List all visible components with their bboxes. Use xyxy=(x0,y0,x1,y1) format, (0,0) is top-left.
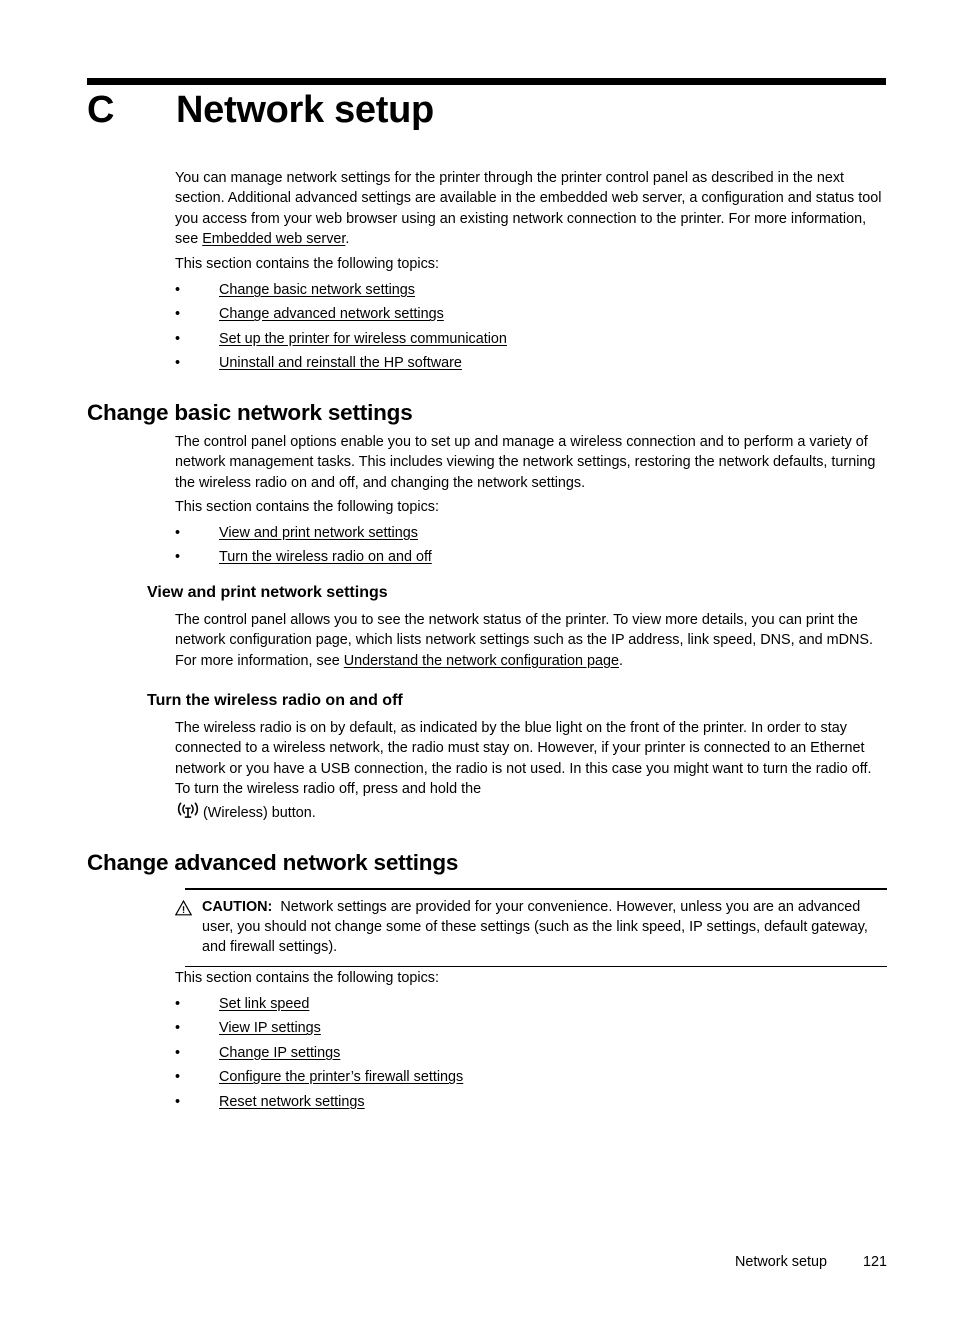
wireless-radio-paragraph: The wireless radio is on by default, as … xyxy=(175,720,872,798)
list-item: • Turn the wireless radio on and off xyxy=(175,545,887,569)
link-change-advanced-network-settings[interactable]: Change advanced network settings xyxy=(219,306,444,322)
caution-message: Network settings are provided for your c… xyxy=(202,898,868,956)
bullet-icon: • xyxy=(175,355,181,372)
link-set-link-speed[interactable]: Set link speed xyxy=(219,996,309,1012)
chapter-letter: C xyxy=(87,89,115,131)
advanced-topics-list: • Set link speed • View IP settings • Ch… xyxy=(175,992,887,1114)
link-understand-network-configuration-page[interactable]: Understand the network configuration pag… xyxy=(344,653,619,669)
view-print-paragraph: The control panel allows you to see the … xyxy=(175,610,887,671)
link-change-ip-settings[interactable]: Change IP settings xyxy=(219,1045,340,1061)
advanced-topics-lead: This section contains the following topi… xyxy=(175,970,439,986)
bullet-icon: • xyxy=(175,306,181,323)
chapter-title-text: Network setup xyxy=(176,89,434,131)
link-view-ip-settings[interactable]: View IP settings xyxy=(219,1020,321,1036)
caution-body: CAUTION: Network settings are provided f… xyxy=(174,890,887,966)
heading-turn-wireless-radio-on-and-off: Turn the wireless radio on and off xyxy=(147,692,403,709)
wireless-antenna-icon xyxy=(175,802,201,820)
link-turn-wireless-radio-on-and-off[interactable]: Turn the wireless radio on and off xyxy=(219,549,432,565)
list-item: • View and print network settings xyxy=(175,521,887,545)
advanced-topics-lead-block: This section contains the following topi… xyxy=(175,968,887,988)
basic-paragraph: The control panel options enable you to … xyxy=(175,434,876,491)
list-item: • Change basic network settings xyxy=(175,278,887,302)
basic-topics-list: • View and print network settings • Turn… xyxy=(175,521,887,570)
bullet-icon: • xyxy=(175,525,181,541)
advanced-topics-list-block: • Set link speed • View IP settings • Ch… xyxy=(175,992,887,1114)
list-item: • Change advanced network settings xyxy=(175,302,887,326)
intro-text-after-link: . xyxy=(345,231,350,248)
basic-topics-list-block: • View and print network settings • Turn… xyxy=(175,521,887,570)
list-item: • Change IP settings xyxy=(175,1041,887,1065)
caution-admonition: CAUTION: Network settings are provided f… xyxy=(174,888,887,968)
view-print-text-after-link: . xyxy=(618,652,623,669)
intro-topics-list: • Change basic network settings • Change… xyxy=(175,278,887,376)
link-embedded-web-server[interactable]: Embedded web server xyxy=(202,231,345,247)
heading-change-basic-network-settings: Change basic network settings xyxy=(87,400,413,425)
list-item: • Reset network settings xyxy=(175,1090,887,1114)
footer-section-title: Network setup xyxy=(735,1254,827,1270)
caution-triangle-icon xyxy=(174,899,193,916)
list-item: • Configure the printer’s firewall setti… xyxy=(175,1065,887,1089)
basic-paragraph-block: The control panel options enable you to … xyxy=(175,432,887,493)
wireless-button-line: (Wireless) button. xyxy=(175,802,887,823)
footer-page-number: 121 xyxy=(862,1254,887,1270)
bullet-icon: • xyxy=(175,1044,181,1061)
basic-topics-lead-block: This section contains the following topi… xyxy=(175,497,887,517)
heading-change-advanced-network-settings: Change advanced network settings xyxy=(87,850,459,875)
bullet-icon: • xyxy=(175,1020,181,1037)
bullet-icon: • xyxy=(175,1093,181,1110)
list-item: • View IP settings xyxy=(175,1016,887,1040)
caution-label: CAUTION: xyxy=(202,898,273,915)
view-print-paragraph-block: The control panel allows you to see the … xyxy=(175,610,887,671)
link-reset-network-settings[interactable]: Reset network settings xyxy=(219,1094,365,1110)
bullet-icon: • xyxy=(175,330,181,347)
caution-bottom-rule xyxy=(185,965,887,968)
link-change-basic-network-settings[interactable]: Change basic network settings xyxy=(219,282,415,298)
bullet-icon: • xyxy=(175,996,181,1012)
bullet-icon: • xyxy=(175,282,181,298)
bullet-icon: • xyxy=(175,549,181,566)
document-page: C Network setup You can manage network se… xyxy=(0,0,954,1321)
caution-text: CAUTION: Network settings are provided f… xyxy=(202,897,887,958)
page-title: C Network setup xyxy=(87,89,887,132)
intro-topics-list-block: • Change basic network settings • Change… xyxy=(175,278,887,376)
basic-topics-lead: This section contains the following topi… xyxy=(175,499,439,515)
intro-topics-lead-block: This section contains the following topi… xyxy=(175,254,887,274)
intro-topics-lead: This section contains the following topi… xyxy=(175,256,439,272)
link-set-up-printer-wireless-communication[interactable]: Set up the printer for wireless communic… xyxy=(219,331,507,347)
page-footer: Network setup 121 xyxy=(0,1252,887,1272)
link-uninstall-reinstall-hp-software[interactable]: Uninstall and reinstall the HP software xyxy=(219,355,462,371)
link-configure-printer-firewall-settings[interactable]: Configure the printer’s firewall setting… xyxy=(219,1069,463,1085)
link-view-and-print-network-settings[interactable]: View and print network settings xyxy=(219,525,418,541)
list-item: • Uninstall and reinstall the HP softwar… xyxy=(175,351,887,375)
wireless-radio-paragraph-block: The wireless radio is on by default, as … xyxy=(175,718,887,823)
chapter-rule xyxy=(87,78,886,85)
wireless-button-caption: (Wireless) button. xyxy=(203,804,316,821)
bullet-icon: • xyxy=(175,1069,181,1086)
list-item: • Set up the printer for wireless commun… xyxy=(175,327,887,351)
heading-view-and-print-network-settings: View and print network settings xyxy=(147,584,388,601)
intro-paragraph: You can manage network settings for the … xyxy=(175,168,887,250)
intro-paragraph-block: You can manage network settings for the … xyxy=(175,168,887,250)
list-item: • Set link speed xyxy=(175,992,887,1016)
